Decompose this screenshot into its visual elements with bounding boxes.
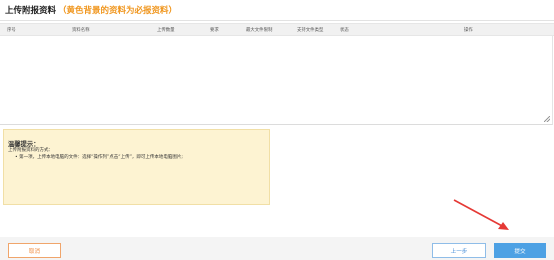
previous-step-button[interactable]: 上一步	[432, 243, 486, 258]
cancel-button[interactable]: 取消	[8, 243, 61, 258]
red-arrow-icon	[453, 199, 509, 230]
column-header-max-size: 最大文件限制	[246, 28, 273, 33]
column-header-name: 资料名称	[72, 28, 90, 33]
column-header-status: 状态	[340, 28, 349, 33]
tips-panel: 温馨提示： 上传附报资料的方式： • 第一项，上传本地电脑的文件：选择“操作列”…	[3, 129, 270, 205]
column-header-index: 序号	[7, 28, 16, 33]
page-title: 上传附报资料	[5, 6, 57, 16]
column-header-upload-count: 上传数量	[157, 28, 175, 33]
required-note: （黄色背景的资料为必报资料）	[58, 6, 178, 16]
page-header: 上传附报资料 （黄色背景的资料为必报资料）	[0, 0, 554, 20]
submit-button[interactable]: 提交	[494, 243, 546, 258]
header-divider	[0, 20, 554, 21]
resize-handle-icon[interactable]	[544, 116, 550, 122]
tips-step: • 第一项，上传本地电脑的文件：选择“操作列”点击“上传”，即可上传本地电脑图片…	[15, 155, 183, 160]
column-header-file-types: 支持文件类型	[297, 28, 324, 33]
column-header-actions: 操作	[464, 28, 473, 33]
column-header-requirement: 要求	[210, 28, 219, 33]
attachment-table-header: 序号 资料名称 上传数量 要求 最大文件限制 支持文件类型 状态 操作	[0, 23, 554, 36]
attachment-table-body	[0, 36, 553, 125]
tips-text: 上传附报资料的方式：	[8, 148, 53, 153]
